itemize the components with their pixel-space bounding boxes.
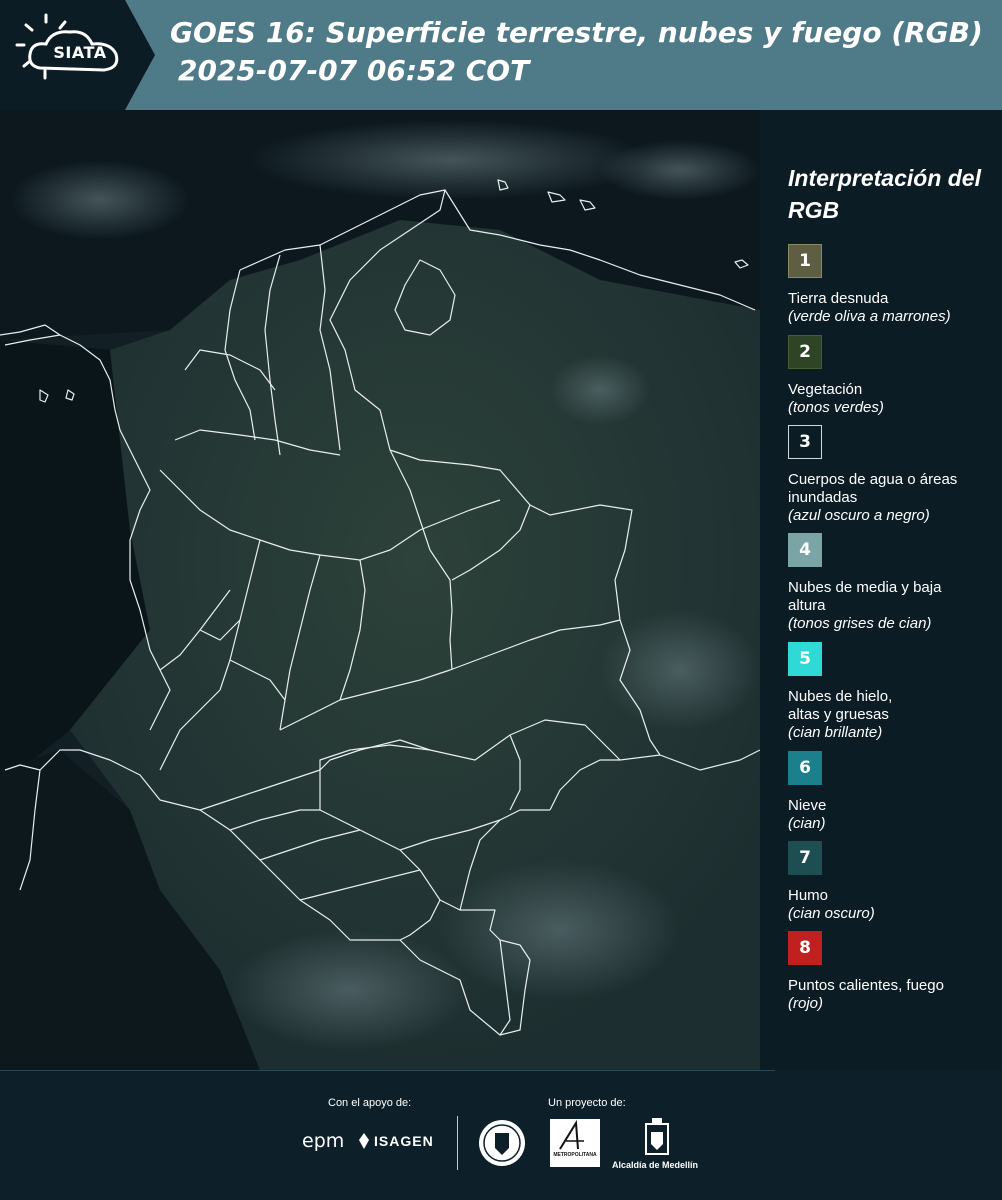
legend-note: (tonos verdes) — [788, 399, 884, 416]
epm-logo: epm — [302, 1130, 345, 1152]
legend-swatch: 7 — [788, 841, 822, 875]
legend-label: Nubes de hielo, altas y gruesas — [788, 688, 893, 723]
legend-swatch: 5 — [788, 642, 822, 676]
area-icon — [559, 1119, 584, 1150]
legend-swatch: 6 — [788, 751, 822, 785]
footer-divider — [457, 1116, 458, 1170]
legend-note: (cian) — [788, 815, 826, 832]
legend-number: 7 — [799, 848, 811, 868]
legend-label: Vegetación — [788, 381, 863, 398]
legend-number: 3 — [799, 432, 811, 452]
legend-note: (azul oscuro a negro) — [788, 507, 930, 524]
page-title: GOES 16: Superficie terrestre, nubes y f… — [170, 14, 1000, 90]
legend-swatch: 2 — [788, 335, 822, 369]
legend-item-7: 7 Humo (cian oscuro) — [788, 841, 998, 923]
legend-note: (tonos grises de cian) — [788, 615, 932, 632]
legend-item-2: 2 Vegetación (tonos verdes) — [788, 335, 998, 417]
footer: Con el apoyo de: Un proyecto de: epm ISA… — [0, 1070, 1002, 1200]
siata-logo: SIATA — [0, 0, 160, 110]
legend-item-8: 8 Puntos calientes, fuego (rojo) — [788, 931, 998, 1013]
title-line-1: GOES 16: Superficie terrestre, nubes y f… — [170, 16, 983, 49]
legend-label: Humo — [788, 887, 829, 904]
legend-label: Cuerpos de agua o áreas inundadas — [788, 471, 958, 506]
area-metropolitana-logo — [550, 1119, 600, 1167]
footer-rule — [0, 1070, 775, 1071]
legend-number: 1 — [799, 251, 811, 271]
legend-label: Nieve — [788, 797, 827, 814]
legend-item-1: 1 Tierra desnuda (verde oliva a marrones… — [788, 244, 998, 326]
legend-number: 5 — [799, 649, 811, 669]
support-label: Con el apoyo de: — [328, 1097, 412, 1109]
legend-number: 8 — [799, 938, 811, 958]
project-label: Un proyecto de: — [548, 1097, 626, 1109]
legend-panel: Interpretación del RGB 1 Tierra desnuda … — [760, 110, 1002, 1070]
legend-swatch: 4 — [788, 533, 822, 567]
legend-swatch: 1 — [788, 244, 822, 278]
legend-note: (cian oscuro) — [788, 905, 875, 922]
legend-label: Puntos calientes, fuego — [788, 977, 944, 994]
legend-item-6: 6 Nieve (cian) — [788, 751, 998, 833]
isagen-icon — [359, 1133, 369, 1149]
legend-number: 6 — [799, 758, 811, 778]
coat-of-arms-icon — [645, 1118, 669, 1155]
logo-text: SIATA — [53, 43, 107, 62]
legend-note: (cian brillante) — [788, 724, 883, 741]
title-line-2: 2025-07-07 06:52 COT — [178, 54, 530, 87]
legend-label: Nubes de media y baja altura — [788, 579, 942, 614]
legend-swatch: 8 — [788, 931, 822, 965]
isagen-logo: ISAGEN — [374, 1133, 434, 1149]
legend-note: (rojo) — [788, 995, 824, 1012]
legend-note: (verde oliva a marrones) — [788, 308, 951, 325]
legend-swatch: 3 — [788, 425, 822, 459]
area-metropolitana-text: METROPOLITANA — [553, 1152, 597, 1158]
legend-number: 4 — [799, 540, 811, 560]
legend-item-3: 3 Cuerpos de agua o áreas inundadas (azu… — [788, 425, 998, 525]
satellite-map[interactable] — [0, 110, 760, 1070]
legend-label: Tierra desnuda — [788, 290, 889, 307]
legend-item-5: 5 Nubes de hielo, altas y gruesas (cian … — [788, 642, 998, 742]
seal-icon — [479, 1120, 525, 1166]
legend-title: Interpretación del RGB — [788, 165, 981, 223]
alcaldia-medellin-text: Alcaldía de Medellín — [612, 1160, 699, 1170]
legend-item-4: 4 Nubes de media y baja altura (tonos gr… — [788, 533, 998, 633]
header: SIATA GOES 16: Superficie terrestre, nub… — [0, 0, 1002, 110]
legend-number: 2 — [799, 342, 811, 362]
